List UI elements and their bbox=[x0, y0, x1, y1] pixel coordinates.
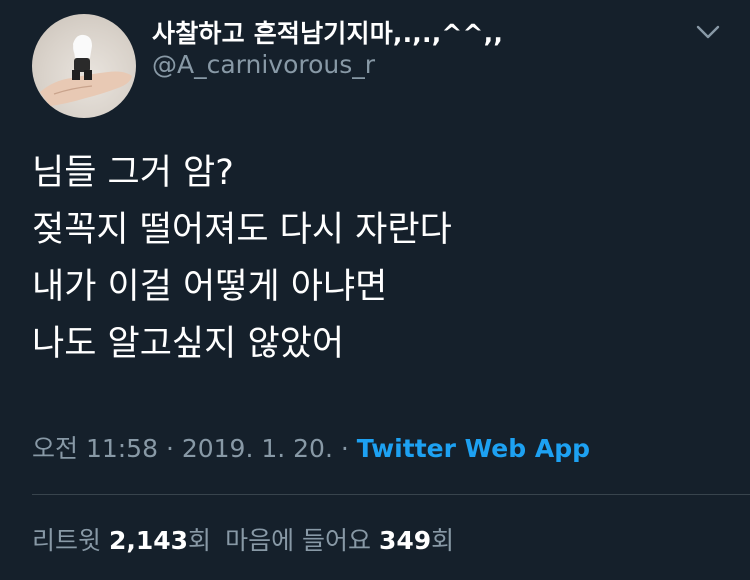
tweet-stats: 리트윗 2,143회 마음에 들어요 349회 bbox=[32, 521, 454, 557]
avatar-image bbox=[40, 34, 132, 106]
chevron-down-icon[interactable] bbox=[694, 20, 722, 44]
likes-stat[interactable]: 마음에 들어요 349회 bbox=[225, 526, 454, 555]
tweet-card: 사찰하고 흔적남기지마,.,.,^^,, @A_carnivorous_r 님들… bbox=[0, 0, 750, 580]
likes-label: 마음에 들어요 bbox=[225, 526, 372, 555]
tweet-meta: 오전 11:58 · 2019. 1. 20. · Twitter Web Ap… bbox=[32, 429, 590, 465]
tweet-text-line: 님들 그거 암? bbox=[32, 153, 234, 193]
tweet-source-link[interactable]: Twitter Web App bbox=[357, 434, 590, 463]
tweet-timestamp[interactable]: 오전 11:58 · 2019. 1. 20. · bbox=[32, 434, 349, 463]
author-display-name[interactable]: 사찰하고 흔적남기지마,.,.,^^,, bbox=[152, 14, 503, 50]
tweet-text-line: 나도 알고싶지 않았어 bbox=[32, 324, 345, 364]
retweets-stat[interactable]: 리트윗 2,143회 bbox=[32, 526, 211, 555]
likes-suffix: 회 bbox=[431, 526, 455, 555]
likes-count: 349 bbox=[378, 526, 432, 555]
divider bbox=[32, 494, 750, 495]
author-handle[interactable]: @A_carnivorous_r bbox=[152, 50, 375, 79]
tweet-text: 님들 그거 암? 젖꼭지 떨어져도 다시 자란다 내가 이걸 어떻게 아냐면 나… bbox=[32, 145, 722, 373]
tweet-text-line: 젖꼭지 떨어져도 다시 자란다 bbox=[32, 210, 452, 250]
avatar[interactable] bbox=[32, 14, 136, 118]
tweet-text-line: 내가 이걸 어떻게 아냐면 bbox=[32, 267, 388, 307]
retweets-suffix: 회 bbox=[188, 526, 212, 555]
retweets-count: 2,143 bbox=[108, 526, 189, 555]
retweets-label: 리트윗 bbox=[32, 526, 102, 555]
